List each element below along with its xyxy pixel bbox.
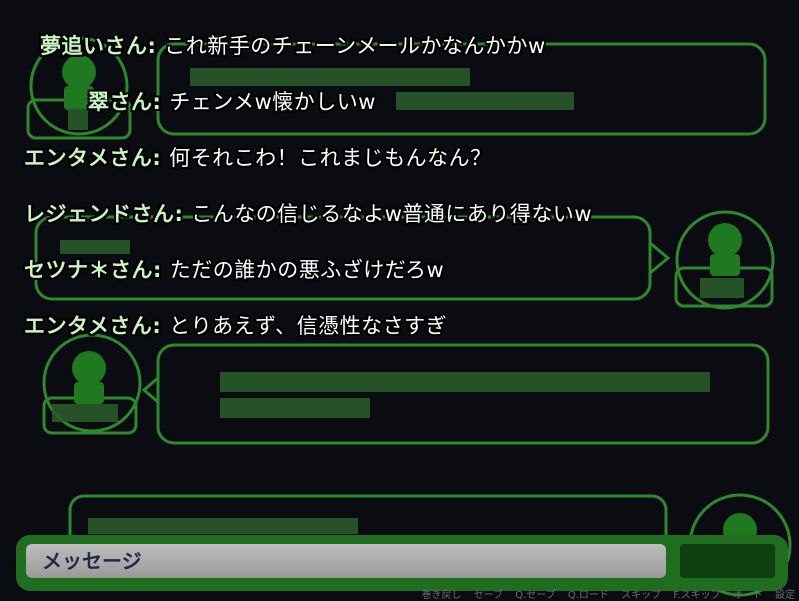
- chat-text: チェンメw懐かしいw: [169, 90, 376, 114]
- menu-qsave[interactable]: Q.セーブ: [515, 590, 555, 601]
- colon: :: [152, 314, 170, 338]
- speaker-name: レジェンドさん: [24, 202, 175, 226]
- chat-text: とりあえず、信憑性なさすぎ: [169, 314, 448, 338]
- send-button[interactable]: [680, 544, 775, 578]
- colon: :: [152, 90, 170, 114]
- quick-menu: 巻き戻し セーブ Q.セーブ Q.ロード スキップ F.スキップ オート 設定: [412, 586, 795, 601]
- chat-line: エンタメさん: 何それこわ！これまじもんなん？: [24, 142, 492, 172]
- menu-fskip[interactable]: F.スキップ: [673, 590, 720, 601]
- chat-text: これ新手のチェーンメールかなんかかw: [164, 34, 546, 58]
- chat-line: エンタメさん: とりあえず、信憑性なさすぎ: [24, 310, 447, 340]
- menu-config[interactable]: 設定: [775, 590, 795, 601]
- chat-text: 何それこわ！これまじもんなん？: [169, 146, 492, 170]
- speaker-name: 夢追いさん: [40, 34, 148, 58]
- menu-save[interactable]: セーブ: [474, 590, 503, 601]
- chat-text: こんなの信じるなよw普通にあり得ないw: [191, 202, 593, 226]
- chat-line: 夢追いさん: これ新手のチェーンメールかなんかかw: [40, 30, 546, 60]
- speaker-name: セツナ＊さん: [24, 258, 153, 282]
- chat-line: セツナ＊さん: ただの誰かの悪ふざけだろw: [24, 254, 444, 284]
- colon: :: [152, 146, 170, 170]
- menu-qload[interactable]: Q.ロード: [568, 590, 609, 601]
- menu-skip[interactable]: スキップ: [621, 590, 661, 601]
- colon: :: [174, 202, 192, 226]
- chat-text: ただの誰かの悪ふざけだろw: [169, 258, 445, 282]
- chat-log: 夢追いさん: これ新手のチェーンメールかなんかかw 翠さん: チェンメw懐かしい…: [0, 0, 799, 600]
- menu-auto[interactable]: オート: [733, 590, 763, 601]
- speaker-name: エンタメさん: [24, 314, 153, 338]
- chat-line: レジェンドさん: こんなの信じるなよw普通にあり得ないw: [24, 198, 592, 228]
- chat-line: 翠さん: チェンメw懐かしいw: [88, 86, 376, 116]
- speaker-name: エンタメさん: [24, 146, 153, 170]
- colon: :: [153, 258, 170, 282]
- message-input[interactable]: メッセージ: [26, 544, 666, 578]
- speaker-name: 翠さん: [88, 90, 153, 114]
- colon: :: [147, 34, 165, 58]
- menu-rollback[interactable]: 巻き戻し: [421, 590, 461, 601]
